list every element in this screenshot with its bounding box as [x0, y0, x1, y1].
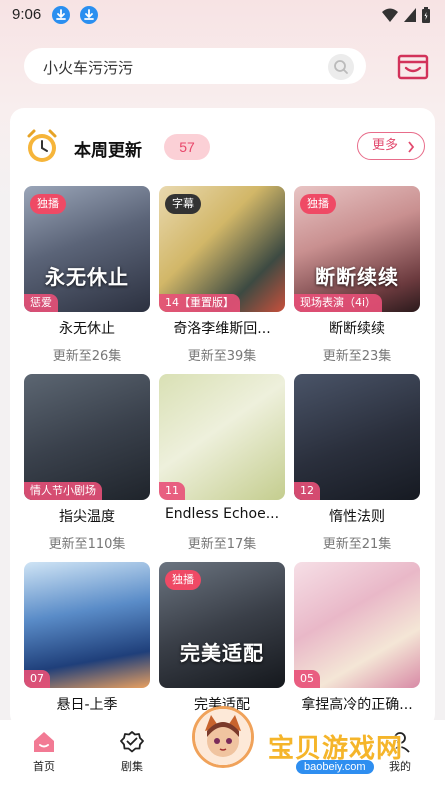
signal-icon: [404, 8, 416, 22]
series-title: 奇洛李维斯回...: [173, 321, 271, 337]
search-query: 小火车污污污: [43, 59, 134, 77]
home-icon: [34, 732, 54, 752]
series-title: 永无休止: [59, 321, 115, 337]
series-title: 惰性法则: [329, 509, 385, 525]
episode-tag: 07: [24, 670, 50, 688]
series-title: 悬日-上季: [56, 697, 118, 713]
cover-title: 永无休止: [45, 265, 129, 289]
series-update: 更新至17集: [187, 537, 257, 552]
episode-tag: 现场表演（4i）: [294, 294, 383, 312]
inbox-icon: [397, 54, 429, 80]
section-title: 本周更新: [74, 141, 142, 161]
more-button[interactable]: 更多: [357, 132, 425, 160]
series-cover[interactable]: 12: [294, 374, 420, 500]
episode-tag: 情人节小剧场: [24, 482, 102, 500]
series-cover[interactable]: 07: [24, 562, 150, 688]
series-cover[interactable]: 05: [294, 562, 420, 688]
episode-tag: 11: [159, 482, 185, 500]
download-icon: [52, 6, 70, 24]
episode-tag: 14【重置版】: [159, 294, 240, 312]
status-bar: 9:06: [0, 0, 445, 32]
tab-home[interactable]: 首页: [14, 730, 74, 774]
series-title: 指尖温度: [59, 509, 115, 525]
series-update: 更新至39集: [187, 349, 257, 364]
tab-series[interactable]: 剧集: [102, 730, 162, 774]
section-header: 本周更新 57 更多: [10, 108, 435, 178]
series-title: Endless Echoe...: [164, 506, 280, 522]
series-cover[interactable]: 情人节小剧场: [24, 374, 150, 500]
clock-icon: [27, 129, 57, 162]
episode-tag: 12: [294, 482, 320, 500]
inbox-button[interactable]: [396, 52, 430, 82]
watermark-logo: 宝贝游戏网 baobeiy.com: [268, 728, 418, 788]
badge-check-icon: [120, 731, 144, 753]
weekly-updates-card: 本周更新 57 更多 永无休止 独播 惩爱 永无休止 更新至26集 字幕 14【…: [10, 108, 435, 728]
exclusive-tag: 独播: [165, 570, 201, 590]
center-avatar-button[interactable]: [192, 706, 254, 768]
tab-label: 首页: [33, 760, 55, 773]
chevron-right-icon: [408, 141, 415, 153]
episode-tag: 05: [294, 670, 320, 688]
series-title: 拿捏高冷的正确...: [301, 697, 413, 713]
series-update: 更新至23集: [322, 349, 392, 364]
tab-label: 剧集: [121, 760, 143, 773]
watermark-url: baobeiy.com: [296, 760, 374, 774]
wifi-icon: [382, 8, 398, 22]
battery-icon: [422, 7, 430, 23]
series-update: 更新至26集: [52, 349, 122, 364]
subtitle-tag: 字幕: [165, 194, 201, 214]
download-icon: [80, 6, 98, 24]
search-bar[interactable]: 小火车污污污: [24, 48, 366, 84]
series-cover[interactable]: 字幕 14【重置版】: [159, 186, 285, 312]
series-update: 更新至110集: [48, 537, 126, 552]
exclusive-tag: 独播: [30, 194, 66, 214]
series-cover[interactable]: 完美适配 独播: [159, 562, 285, 688]
series-update: 更新至21集: [322, 537, 392, 552]
search-button[interactable]: [328, 54, 354, 80]
series-cover[interactable]: 断断续续 独播 现场表演（4i）: [294, 186, 420, 312]
episode-tag: 惩爱: [24, 294, 58, 312]
update-count-badge: 57: [164, 134, 210, 160]
series-title: 断断续续: [329, 321, 385, 337]
search-icon: [334, 60, 348, 74]
series-cover[interactable]: 11: [159, 374, 285, 500]
cover-title: 完美适配: [180, 641, 264, 665]
more-label: 更多: [372, 138, 399, 153]
status-time: 9:06: [12, 6, 42, 23]
exclusive-tag: 独播: [300, 194, 336, 214]
fox-mascot-icon: [195, 709, 251, 765]
series-cover[interactable]: 永无休止 独播 惩爱: [24, 186, 150, 312]
cover-title: 断断续续: [315, 265, 399, 289]
